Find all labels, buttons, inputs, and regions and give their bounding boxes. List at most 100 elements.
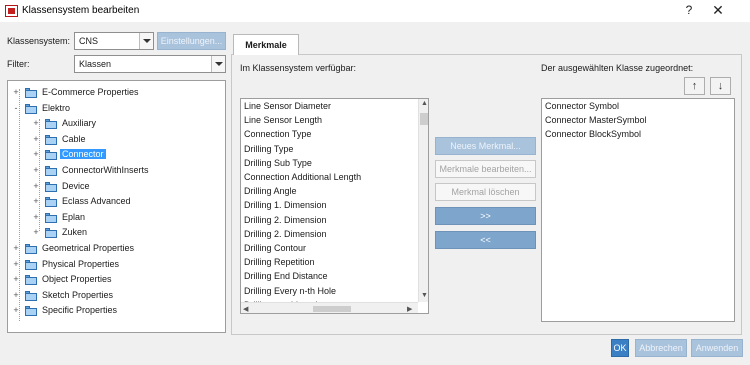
title-bar: Klassensystem bearbeiten ? ✕	[0, 0, 750, 22]
tree-item-label: Connector	[60, 149, 106, 160]
ok-button[interactable]: OK	[611, 339, 629, 357]
klassensystem-label: Klassensystem:	[7, 36, 71, 46]
folder-icon	[25, 306, 37, 317]
chevron-down-icon[interactable]	[139, 33, 153, 49]
tree-item-label: E-Commerce Properties	[42, 87, 139, 97]
folder-icon	[25, 259, 37, 270]
list-item[interactable]: Drilling 2. Dimension	[244, 215, 327, 225]
expand-icon[interactable]: +	[32, 119, 40, 128]
available-heading: Im Klassensystem verfügbar:	[240, 63, 357, 73]
vertical-scrollbar[interactable]: ▲ ▼	[418, 99, 428, 302]
list-item[interactable]: Drilling Sub Type	[244, 158, 312, 168]
delete-feature-button[interactable]: Merkmal löschen	[435, 183, 536, 201]
expand-icon[interactable]: +	[12, 259, 20, 269]
collapse-icon[interactable]: -	[12, 103, 20, 113]
folder-icon	[45, 166, 57, 176]
help-button[interactable]: ?	[682, 3, 696, 19]
horizontal-scrollbar[interactable]: ◀ ▶	[241, 302, 418, 313]
tree-item-label: Geometrical Properties	[42, 243, 135, 253]
list-item[interactable]: Line Sensor Diameter	[244, 101, 331, 111]
folder-icon	[25, 88, 37, 98]
scroll-left-icon[interactable]: ◀	[243, 305, 248, 313]
list-item[interactable]: Connection Additional Length	[244, 172, 361, 182]
expand-icon[interactable]: +	[32, 134, 40, 144]
expand-icon[interactable]: +	[12, 290, 20, 300]
list-item[interactable]: Connector BlockSymbol	[545, 129, 641, 139]
folder-icon	[45, 181, 57, 192]
list-item[interactable]: Drilling Every n-th Hole	[244, 286, 336, 296]
class-tree[interactable]: + E-Commerce Properties - Elektro + Auxiliary…	[7, 80, 226, 333]
remove-feature-button[interactable]: <<	[435, 231, 536, 249]
klassensystem-value: CNS	[79, 36, 99, 46]
einstellungen-button[interactable]: Einstellungen...	[157, 32, 226, 50]
expand-icon[interactable]: +	[12, 306, 20, 315]
move-up-button[interactable]: ↑	[684, 77, 705, 95]
close-button[interactable]: ✕	[710, 2, 726, 18]
filter-label: Filter:	[7, 59, 30, 69]
apply-button[interactable]: Anwenden	[691, 339, 743, 357]
app-icon	[5, 5, 18, 17]
expand-icon[interactable]: +	[32, 150, 40, 159]
new-feature-button[interactable]: Neues Merkmal...	[435, 137, 536, 155]
list-item[interactable]: Connection Type	[244, 129, 311, 139]
filter-select[interactable]: Klassen	[74, 55, 226, 73]
tree-item-label: Elektro	[42, 102, 71, 113]
assigned-heading: Der ausgewählten Klasse zugeordnet:	[541, 63, 694, 73]
list-item[interactable]: Drilling 2. Dimension	[244, 229, 327, 239]
expand-icon[interactable]: +	[12, 275, 20, 284]
folder-icon	[45, 212, 57, 223]
list-item[interactable]: Connector MasterSymbol	[545, 115, 647, 125]
tree-item-label: Device	[62, 180, 90, 191]
expand-icon[interactable]: +	[32, 212, 40, 222]
folder-icon	[25, 244, 37, 254]
tree-item-label: Sketch Properties	[42, 289, 114, 300]
tree-item-label: Cable	[62, 133, 86, 144]
available-list[interactable]: Line Sensor Diameter Line Sensor Length Co…	[240, 98, 429, 314]
folder-icon	[45, 150, 57, 161]
expand-icon[interactable]: +	[32, 228, 40, 237]
tab-merkmale[interactable]: Merkmale	[233, 34, 299, 55]
tree-item-label: Eplan	[62, 211, 86, 222]
scroll-thumb[interactable]	[313, 306, 351, 312]
edit-features-button[interactable]: Merkmale bearbeiten...	[435, 160, 536, 178]
list-item[interactable]: Drilling Repetition	[244, 257, 315, 267]
expand-icon[interactable]: +	[32, 166, 40, 175]
tree-item-label: ConnectorWithInserts	[62, 165, 149, 175]
arrow-up-icon: ↑	[691, 80, 698, 92]
list-item[interactable]: Line Sensor Length	[244, 115, 322, 125]
list-item[interactable]: Connector Symbol	[545, 101, 619, 111]
tree-item-label: Auxiliary	[62, 118, 97, 129]
move-down-button[interactable]: ↓	[710, 77, 731, 95]
folder-icon	[45, 228, 57, 239]
folder-icon	[25, 275, 37, 286]
list-item[interactable]: Drilling Contour	[244, 243, 306, 253]
add-feature-button[interactable]: >>	[435, 207, 536, 225]
expand-icon[interactable]: +	[12, 88, 20, 97]
tree-item-label: Zuken	[62, 227, 88, 238]
list-item[interactable]: Drilling 1. Dimension	[244, 200, 327, 210]
assigned-list[interactable]: Connector Symbol Connector MasterSymbol Co…	[541, 98, 735, 322]
arrow-down-icon: ↓	[717, 80, 724, 92]
scroll-down-icon[interactable]: ▼	[421, 292, 428, 299]
folder-icon	[45, 134, 57, 145]
scroll-right-icon[interactable]: ▶	[407, 305, 412, 313]
filter-value: Klassen	[79, 59, 112, 69]
tree-item-label: Physical Properties	[42, 258, 120, 269]
list-item[interactable]: Drilling Angle	[244, 186, 297, 196]
tree-item-label: Specific Properties	[42, 305, 118, 316]
list-item[interactable]: Drilling End Distance	[244, 271, 328, 281]
folder-icon	[25, 103, 37, 114]
scroll-thumb[interactable]	[420, 113, 428, 125]
tree-item-label: Object Properties	[42, 274, 112, 285]
list-item[interactable]: Drilling Type	[244, 144, 293, 154]
expand-icon[interactable]: +	[32, 197, 40, 206]
expand-icon[interactable]: +	[32, 181, 40, 191]
scroll-up-icon[interactable]: ▲	[421, 100, 428, 107]
expand-icon[interactable]: +	[12, 244, 20, 253]
chevron-down-icon[interactable]	[211, 56, 225, 72]
window-title: Klassensystem bearbeiten	[22, 5, 140, 16]
cancel-button[interactable]: Abbrechen	[635, 339, 687, 357]
folder-icon	[45, 197, 57, 208]
klassensystem-select[interactable]: CNS	[74, 32, 154, 50]
tree-item-label: Eclass Advanced	[62, 196, 131, 207]
